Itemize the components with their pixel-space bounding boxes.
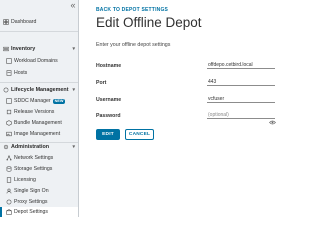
sidebar-item-image-management[interactable]: Image Management xyxy=(0,129,78,139)
sidebar-item-workload-domains[interactable]: Workload Domains xyxy=(0,56,78,66)
inventory-icon xyxy=(3,46,9,52)
chevron-down-icon: ▾ xyxy=(72,46,75,52)
sidebar-item-depot-settings[interactable]: Depot Settings xyxy=(0,207,78,217)
depot-icon xyxy=(6,209,12,215)
sidebar-item-dashboard[interactable]: Dashboard xyxy=(0,17,78,27)
sidebar-item-proxy-settings[interactable]: Proxy Settings xyxy=(0,197,78,207)
sidebar-item-label: Depot Settings xyxy=(14,209,49,215)
chevron-down-icon: ▾ xyxy=(72,144,75,150)
section-title: Inventory xyxy=(11,46,36,52)
hostname-label: Hostname xyxy=(96,63,122,69)
sidebar-item-single-sign-on[interactable]: Single Sign On xyxy=(0,186,78,196)
bundle-icon xyxy=(6,120,12,126)
sddc-icon xyxy=(6,98,12,104)
sidebar-item-bundle-management[interactable]: Bundle Management xyxy=(0,118,78,128)
sidebar-item-network-settings[interactable]: Network Settings xyxy=(0,153,78,163)
section-title: Administration xyxy=(11,144,50,150)
sidebar-item-sddc-manager[interactable]: SDDC Manager NEW xyxy=(0,96,78,106)
port-label: Port xyxy=(96,80,107,86)
page-title: Edit Offline Depot xyxy=(96,15,202,30)
sidebar-item-label: Bundle Management xyxy=(14,120,62,126)
sidebar-item-label: Storage Settings xyxy=(14,166,53,172)
password-label: Password xyxy=(96,113,121,119)
section-title: Lifecycle Management xyxy=(11,87,69,93)
sidebar-item-release-versions[interactable]: Release Versions xyxy=(0,107,78,117)
sidebar-item-label: Licensing xyxy=(14,177,36,183)
dashboard-icon xyxy=(3,19,9,25)
sidebar-section-administration[interactable]: Administration ▾ xyxy=(0,142,78,152)
storage-icon xyxy=(6,166,12,172)
divider xyxy=(0,31,78,32)
chevron-down-icon: ▾ xyxy=(72,87,75,93)
sidebar-item-licensing[interactable]: Licensing xyxy=(0,175,78,185)
sidebar-item-label: Network Settings xyxy=(14,155,54,161)
cancel-button[interactable]: CANCEL xyxy=(125,129,154,140)
proxy-icon xyxy=(6,199,12,205)
sso-icon xyxy=(6,188,12,194)
sidebar-item-hosts[interactable]: Hosts xyxy=(0,68,78,78)
password-input[interactable] xyxy=(207,111,275,119)
main-content: BACK TO DEPOT SETTINGS Edit Offline Depo… xyxy=(79,0,300,217)
administration-icon xyxy=(3,144,9,150)
username-input[interactable] xyxy=(207,95,275,103)
workload-domains-icon xyxy=(6,58,12,64)
edit-button[interactable]: EDIT xyxy=(96,129,120,140)
sidebar-item-label: SDDC Manager xyxy=(14,98,51,104)
network-icon xyxy=(6,155,12,161)
sidebar-item-label: Proxy Settings xyxy=(14,199,48,205)
port-input[interactable] xyxy=(207,78,275,86)
sidebar-section-inventory[interactable]: Inventory ▾ xyxy=(0,44,78,54)
image-icon xyxy=(6,131,12,137)
page-subtitle: Enter your offline depot settings xyxy=(96,42,171,48)
release-icon xyxy=(6,109,12,115)
back-to-depot-settings-link[interactable]: BACK TO DEPOT SETTINGS xyxy=(96,7,168,13)
divider xyxy=(0,82,78,83)
hostname-input[interactable] xyxy=(207,61,275,69)
sidebar-item-label: Single Sign On xyxy=(14,188,49,194)
new-badge: NEW xyxy=(52,98,66,104)
collapse-sidebar-icon[interactable]: « xyxy=(68,0,78,10)
eye-icon[interactable] xyxy=(269,112,276,125)
sidebar-item-label: Hosts xyxy=(14,70,28,76)
sidebar-item-label: Dashboard xyxy=(11,19,37,25)
sidebar-item-label: Image Management xyxy=(14,131,61,137)
sidebar: « Dashboard Inventory ▾ Workload Domains xyxy=(0,0,79,217)
app-window: « Dashboard Inventory ▾ Workload Domains xyxy=(0,0,300,217)
sidebar-item-storage-settings[interactable]: Storage Settings xyxy=(0,164,78,174)
host-icon xyxy=(6,70,12,76)
sidebar-item-label: Workload Domains xyxy=(14,58,58,64)
sidebar-section-lifecycle[interactable]: Lifecycle Management ▾ xyxy=(0,85,78,95)
sidebar-item-label: Release Versions xyxy=(14,109,55,115)
license-icon xyxy=(6,177,12,183)
username-label: Username xyxy=(96,97,122,103)
lifecycle-icon xyxy=(3,87,9,93)
